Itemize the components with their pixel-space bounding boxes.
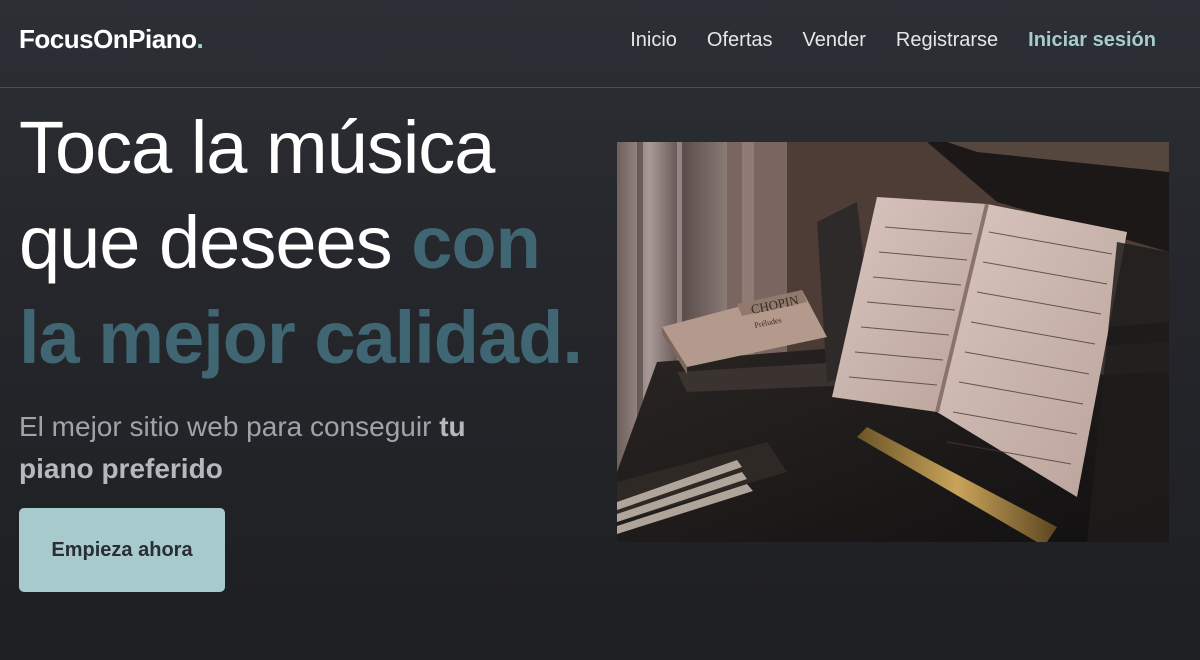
nav-ofertas[interactable]: Ofertas — [707, 29, 773, 52]
nav-vender[interactable]: Vender — [803, 29, 866, 52]
hero-subtitle: El mejor sitio web para conseguir tu pia… — [19, 406, 539, 490]
nav-links: Inicio Ofertas Vender Registrarse Inicia… — [600, 29, 1156, 52]
navbar: FocusOnPiano. Inicio Ofertas Vender Regi… — [0, 0, 1200, 88]
piano-photo: CHOPIN Préludes — [617, 142, 1169, 542]
hero-subtitle-plain: El mejor sitio web para conseguir — [19, 411, 440, 442]
nav-inicio[interactable]: Inicio — [630, 29, 677, 52]
piano-sheet-music-icon: CHOPIN Préludes — [617, 142, 1169, 542]
brand-dot: . — [196, 24, 204, 54]
hero-title: Toca la música que desees con la mejor c… — [19, 100, 609, 385]
nav-registrarse[interactable]: Registrarse — [896, 29, 998, 52]
nav-login[interactable]: Iniciar sesión — [1028, 29, 1156, 52]
brand-name: FocusOnPiano — [19, 24, 197, 54]
brand-logo[interactable]: FocusOnPiano. — [19, 24, 204, 55]
start-now-button[interactable]: Empieza ahora — [19, 508, 225, 592]
